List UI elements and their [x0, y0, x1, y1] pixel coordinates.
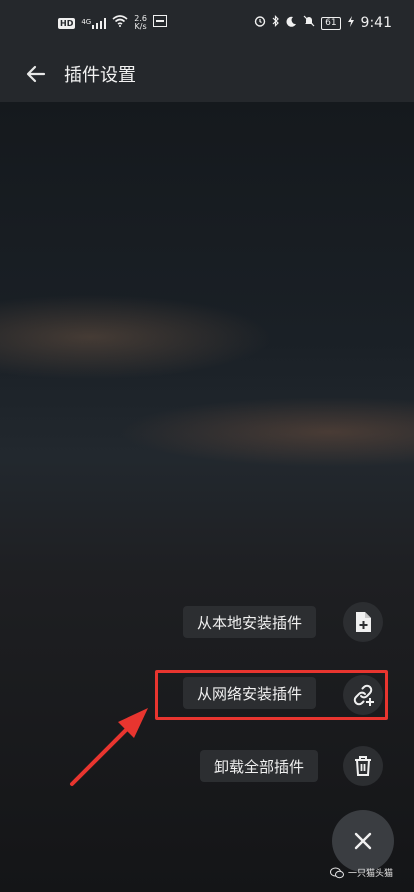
install-network-button[interactable] — [343, 675, 383, 715]
status-right: 61 9:41 — [254, 15, 392, 31]
annotation-arrow — [70, 708, 148, 786]
close-fab-button[interactable] — [332, 810, 394, 872]
install-network-label[interactable]: 从网络安装插件 — [183, 677, 317, 709]
app-bar: 插件设置 — [0, 46, 414, 102]
bluetooth-icon — [272, 15, 280, 31]
uninstall-all-button[interactable] — [343, 746, 383, 786]
status-bar: HD 4G 2.6 K/s 61 9:41 — [0, 0, 414, 46]
arrow-left-icon — [26, 65, 46, 83]
net-speed-unit: K/s — [134, 22, 147, 31]
mute-icon — [303, 15, 315, 31]
uninstall-all-label[interactable]: 卸载全部插件 — [200, 750, 319, 782]
trash-icon — [355, 756, 371, 776]
page-title: 插件设置 — [64, 65, 136, 86]
status-left: HD 4G 2.6 K/s — [58, 15, 167, 31]
watermark-text: 一只猫头猫 — [348, 869, 394, 879]
hd-badge: HD — [58, 17, 76, 29]
net-type: 4G — [81, 17, 92, 26]
back-button[interactable] — [18, 56, 54, 92]
watermark: 一只猫头猫 — [330, 866, 393, 879]
signal-icon: 4G — [81, 17, 107, 29]
clock: 9:41 — [360, 15, 392, 31]
file-plus-icon — [356, 612, 371, 632]
wechat-icon — [330, 867, 344, 878]
wifi-icon — [112, 15, 128, 31]
close-icon — [354, 832, 372, 850]
notification-icon — [152, 15, 167, 31]
alarm-icon — [254, 15, 266, 31]
link-plus-icon — [353, 684, 374, 706]
install-local-button[interactable] — [343, 602, 383, 642]
install-local-label[interactable]: 从本地安装插件 — [183, 606, 317, 638]
moon-icon — [286, 16, 297, 31]
net-speed: 2.6 K/s — [134, 15, 147, 31]
battery-indicator: 61 — [321, 16, 341, 30]
charging-icon — [347, 15, 355, 31]
